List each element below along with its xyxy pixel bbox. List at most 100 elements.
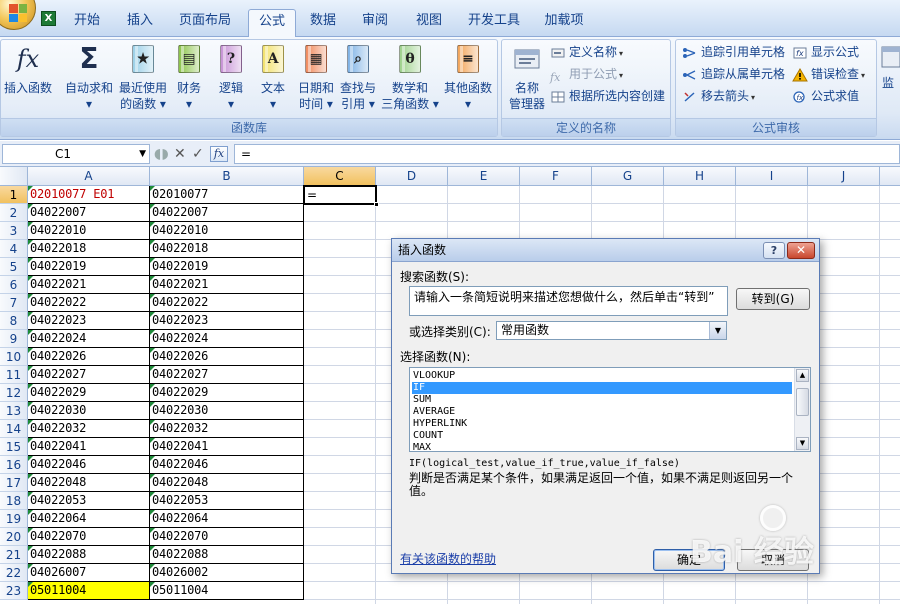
column-header-a[interactable]: A: [28, 167, 150, 186]
text-button[interactable]: A 文本 ▾: [253, 44, 293, 112]
cell-a[interactable]: 04022023: [28, 312, 150, 330]
tab-4[interactable]: 公式: [248, 9, 296, 37]
row-header[interactable]: 13: [0, 402, 28, 420]
evaluate-formula-button[interactable]: fx 公式求值: [792, 86, 859, 106]
lookup-reference-button[interactable]: ⌕ 查找与 引用 ▾: [337, 44, 379, 112]
cell-a[interactable]: 02010077 E01: [28, 186, 150, 204]
date-time-button[interactable]: ▦ 日期和 时间 ▾: [295, 44, 337, 112]
office-button[interactable]: [0, 0, 36, 30]
search-function-input[interactable]: 请输入一条简短说明来描述您想做什么，然后单击“转到”: [409, 286, 728, 316]
function-list-item[interactable]: MAX: [412, 442, 792, 451]
tab-6[interactable]: 审阅: [352, 9, 398, 35]
tab-9[interactable]: 加载项: [534, 9, 594, 35]
function-list-item[interactable]: HYPERLINK: [412, 418, 792, 430]
go-button[interactable]: 转到(G): [736, 288, 810, 310]
row-header[interactable]: 23: [0, 582, 28, 600]
financial-button[interactable]: ▤ 财务 ▾: [171, 44, 207, 112]
name-box[interactable]: C1 ▼: [2, 144, 150, 164]
cell-b[interactable]: 04022026: [150, 348, 304, 366]
row-header[interactable]: 6: [0, 276, 28, 294]
cancel-icon[interactable]: ✕: [174, 144, 186, 164]
cell-b[interactable]: 04022010: [150, 222, 304, 240]
function-list-item[interactable]: COUNT: [412, 430, 792, 442]
cell-b[interactable]: 04022022: [150, 294, 304, 312]
error-checking-button[interactable]: 错误检查 ▾: [792, 64, 865, 84]
cell-b[interactable]: 04022053: [150, 492, 304, 510]
cell-a[interactable]: 04022030: [28, 402, 150, 420]
trace-dependents-button[interactable]: 追踪从属单元格: [682, 64, 785, 84]
scroll-down-icon[interactable]: ▼: [796, 437, 809, 450]
cell-a[interactable]: 04022053: [28, 492, 150, 510]
function-list[interactable]: ▲ ▼ VLOOKUP IF SUM AVERAGE HYPERLINK COUNT MAX: [409, 367, 811, 452]
column-header-c[interactable]: C: [304, 167, 376, 186]
row-header[interactable]: 17: [0, 474, 28, 492]
scroll-thumb[interactable]: [796, 388, 809, 416]
cell-a[interactable]: 04022029: [28, 384, 150, 402]
cell-a[interactable]: 04022026: [28, 348, 150, 366]
autosum-button[interactable]: Σ 自动求和 ▾: [63, 44, 115, 112]
scroll-up-icon[interactable]: ▲: [796, 369, 809, 382]
cancel-button[interactable]: 取消: [737, 549, 809, 571]
insert-function-button[interactable]: fx 插入函数: [1, 44, 55, 96]
cell-a[interactable]: 04022064: [28, 510, 150, 528]
row-header[interactable]: 5: [0, 258, 28, 276]
cell-a[interactable]: 04022021: [28, 276, 150, 294]
cell-a[interactable]: 04022010: [28, 222, 150, 240]
tab-2[interactable]: 插入: [115, 9, 165, 35]
column-header-i[interactable]: I: [736, 167, 808, 186]
row-header[interactable]: 2: [0, 204, 28, 222]
cell-a[interactable]: 04022041: [28, 438, 150, 456]
cell-b[interactable]: 04022041: [150, 438, 304, 456]
use-in-formula-button[interactable]: fx 用于公式 ▾: [550, 64, 623, 84]
row-header[interactable]: 11: [0, 366, 28, 384]
row-header[interactable]: 3: [0, 222, 28, 240]
cell-a[interactable]: 04022070: [28, 528, 150, 546]
cell-b[interactable]: 04022007: [150, 204, 304, 222]
cell-a[interactable]: 04022027: [28, 366, 150, 384]
row-header[interactable]: 18: [0, 492, 28, 510]
formula-input[interactable]: =: [234, 144, 900, 164]
logical-button[interactable]: ? 逻辑 ▾: [211, 44, 251, 112]
cell-b[interactable]: 04022046: [150, 456, 304, 474]
function-help-link[interactable]: 有关该函数的帮助: [400, 550, 496, 567]
row-header[interactable]: 4: [0, 240, 28, 258]
chevron-down-icon[interactable]: ▼: [139, 145, 146, 163]
recently-used-button[interactable]: ★ 最近使用 的函数 ▾: [117, 44, 169, 112]
close-icon[interactable]: ✕: [787, 242, 815, 259]
select-all-corner[interactable]: [0, 167, 28, 186]
cell-a[interactable]: 04026007: [28, 564, 150, 582]
name-manager-button[interactable]: 名称 管理器: [504, 44, 550, 112]
cell-a[interactable]: 04022019: [28, 258, 150, 276]
cell-a[interactable]: 04022024: [28, 330, 150, 348]
cell-a[interactable]: 04022032: [28, 420, 150, 438]
tab-8[interactable]: 开发工具: [456, 9, 532, 35]
create-from-selection-button[interactable]: 根据所选内容创建: [550, 86, 665, 106]
column-header-d[interactable]: D: [376, 167, 448, 186]
cell-b[interactable]: 04022048: [150, 474, 304, 492]
cell-b[interactable]: 04022030: [150, 402, 304, 420]
row-header[interactable]: 20: [0, 528, 28, 546]
function-list-item[interactable]: SUM: [412, 394, 792, 406]
math-trig-button[interactable]: θ 数学和 三角函数 ▾: [379, 44, 441, 112]
list-scrollbar[interactable]: ▲ ▼: [794, 368, 810, 451]
cell-b[interactable]: 04022070: [150, 528, 304, 546]
tab-7[interactable]: 视图: [404, 9, 454, 35]
tab-3[interactable]: 页面布局: [168, 9, 242, 35]
row-header[interactable]: 21: [0, 546, 28, 564]
category-select[interactable]: 常用函数 ▼: [496, 321, 727, 340]
function-list-item[interactable]: VLOOKUP: [412, 370, 792, 382]
cell-b[interactable]: 04022032: [150, 420, 304, 438]
cell-b[interactable]: 05011004: [150, 582, 304, 600]
define-name-button[interactable]: 定义名称 ▾: [550, 42, 623, 62]
help-icon[interactable]: ?: [763, 242, 785, 259]
row-header[interactable]: 1: [0, 186, 28, 204]
column-header-g[interactable]: G: [592, 167, 664, 186]
fill-handle[interactable]: [374, 202, 379, 207]
tab-5[interactable]: 数据: [300, 9, 346, 35]
ok-button[interactable]: 确定: [653, 549, 725, 571]
column-header-e[interactable]: E: [448, 167, 520, 186]
column-header-f[interactable]: F: [520, 167, 592, 186]
cell-b[interactable]: 04022029: [150, 384, 304, 402]
more-functions-button[interactable]: ≡ 其他函数 ▾: [441, 44, 495, 112]
chevron-down-icon[interactable]: ▼: [709, 322, 726, 339]
